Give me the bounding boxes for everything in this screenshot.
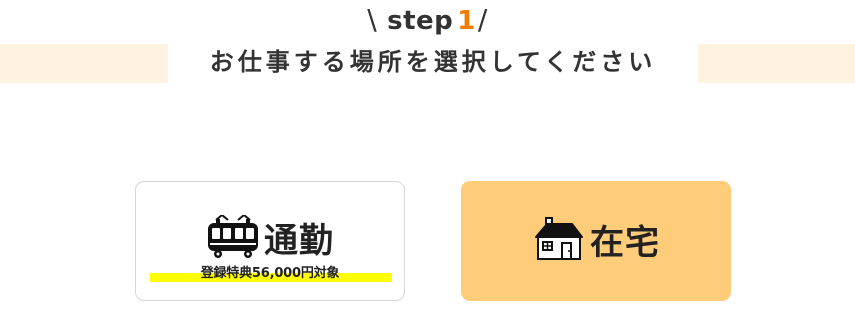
step-prefix-slash: \: [367, 3, 378, 36]
house-icon: [535, 217, 583, 260]
remote-option-label: 在宅: [590, 222, 660, 263]
commute-option-button[interactable]: 通勤 登録特典56,000円対象: [135, 181, 405, 301]
title-band: お仕事する場所を選択してください: [0, 44, 855, 83]
commute-option-label: 通勤: [264, 220, 334, 261]
remote-option-button[interactable]: 在宅: [461, 181, 731, 301]
commute-option-content: 通勤: [136, 212, 404, 262]
step-indicator: \ step 1/: [0, 0, 855, 40]
page-title: お仕事する場所を選択してください: [209, 48, 657, 76]
step-number: 1: [457, 6, 476, 36]
step-word: step: [387, 6, 454, 36]
step-suffix-slash: /: [477, 3, 488, 36]
commute-bonus-text: 登録特典56,000円対象: [200, 266, 340, 281]
remote-option-content: 在宅: [461, 214, 731, 264]
train-icon: [208, 215, 258, 258]
page: \ step 1/ お仕事する場所を選択してください 通勤 登録特典56,000…: [0, 0, 855, 316]
